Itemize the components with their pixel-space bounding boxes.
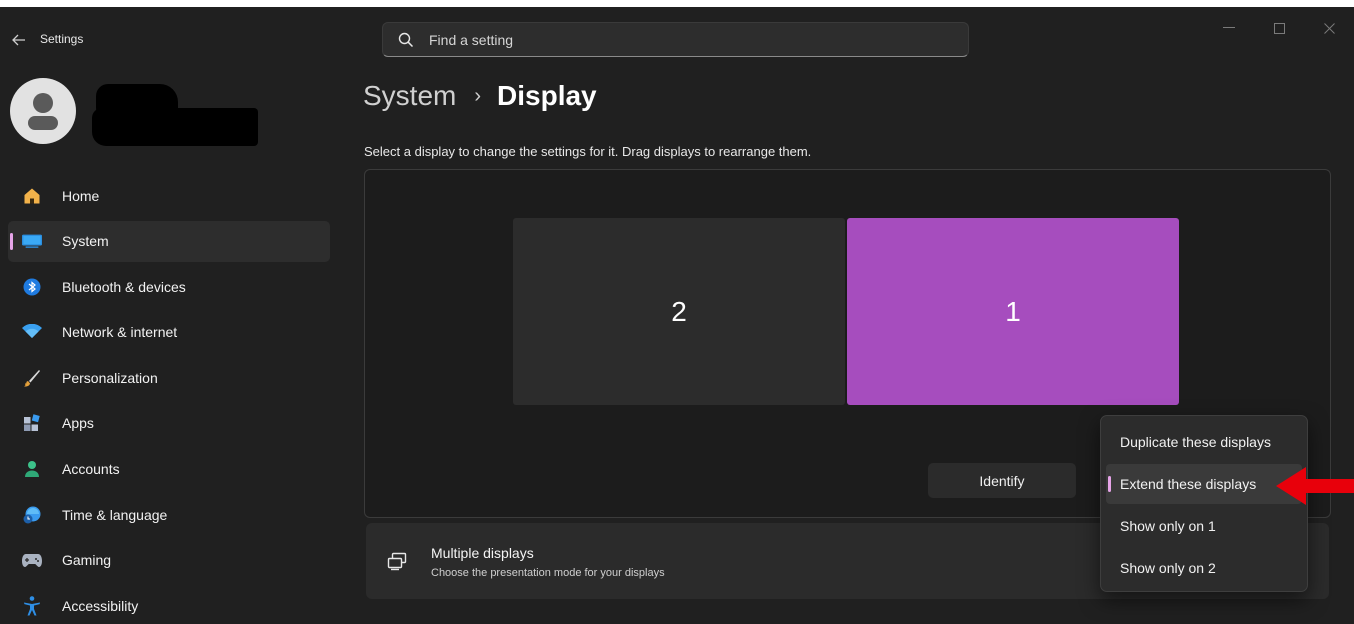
sidebar-item-apps[interactable]: Apps bbox=[8, 403, 330, 444]
breadcrumb: System › Display bbox=[363, 80, 597, 112]
sidebar-item-personalization[interactable]: Personalization bbox=[8, 357, 330, 398]
sidebar-item-home[interactable]: Home bbox=[8, 175, 330, 216]
sidebar-item-label: Apps bbox=[62, 415, 94, 432]
bluetooth-icon bbox=[22, 277, 42, 297]
page-subtitle: Select a display to change the settings … bbox=[364, 144, 812, 159]
sidebar-item-label: Personalization bbox=[62, 369, 158, 386]
sidebar-item-gaming[interactable]: Gaming bbox=[8, 540, 330, 581]
top-strip bbox=[0, 0, 1354, 7]
monitor-2[interactable]: 2 bbox=[513, 218, 845, 405]
brush-icon bbox=[22, 368, 42, 388]
maximize-icon[interactable] bbox=[1256, 14, 1302, 42]
sidebar-item-label: Network & internet bbox=[62, 324, 178, 341]
sidebar-item-label: Accessibility bbox=[62, 597, 139, 614]
red-arrow-icon bbox=[1276, 467, 1354, 505]
monitor-1[interactable]: 1 bbox=[847, 218, 1179, 405]
sidebar-item-accessibility[interactable]: Accessibility bbox=[8, 585, 330, 624]
redacted-account-email bbox=[92, 108, 258, 146]
sidebar-item-system[interactable]: System bbox=[8, 220, 330, 262]
sidebar-nav: Home System Bluetooth & devices Network … bbox=[8, 175, 330, 624]
sidebar-item-time-language[interactable]: Time & language bbox=[8, 494, 330, 535]
system-icon bbox=[22, 231, 42, 251]
home-icon bbox=[22, 186, 42, 206]
globe-clock-icon bbox=[22, 505, 42, 525]
page-title: Display bbox=[497, 80, 597, 111]
identify-button[interactable]: Identify bbox=[928, 463, 1076, 498]
multiple-displays-title: Multiple displays bbox=[431, 545, 534, 561]
sidebar-item-label: System bbox=[62, 233, 109, 250]
option-duplicate-displays[interactable]: Duplicate these displays bbox=[1106, 422, 1302, 462]
gamepad-icon bbox=[22, 550, 42, 570]
option-show-only-1[interactable]: Show only on 1 bbox=[1106, 506, 1302, 546]
option-extend-displays[interactable]: Extend these displays bbox=[1106, 464, 1302, 504]
avatar[interactable] bbox=[10, 78, 76, 144]
search-input[interactable] bbox=[429, 31, 929, 48]
apps-icon bbox=[22, 413, 42, 433]
multiple-displays-icon bbox=[387, 552, 407, 571]
sidebar-item-label: Time & language bbox=[62, 506, 168, 523]
accounts-icon bbox=[22, 459, 42, 479]
sidebar-item-bluetooth[interactable]: Bluetooth & devices bbox=[8, 266, 330, 307]
multiple-displays-description: Choose the presentation mode for your di… bbox=[431, 567, 665, 579]
option-show-only-2[interactable]: Show only on 2 bbox=[1106, 548, 1302, 588]
sidebar-item-label: Home bbox=[62, 187, 100, 204]
sidebar-item-label: Accounts bbox=[62, 461, 120, 478]
chevron-right-icon: › bbox=[474, 84, 482, 107]
close-icon[interactable] bbox=[1306, 14, 1352, 42]
sidebar-item-label: Gaming bbox=[62, 552, 112, 569]
search-icon bbox=[398, 32, 414, 47]
sidebar-item-accounts[interactable]: Accounts bbox=[8, 449, 330, 490]
back-arrow-icon[interactable] bbox=[8, 30, 30, 50]
sidebar-item-label: Bluetooth & devices bbox=[62, 278, 186, 295]
sidebar-item-network[interactable]: Network & internet bbox=[8, 312, 330, 353]
accessibility-icon bbox=[22, 596, 42, 616]
minimize-icon[interactable] bbox=[1206, 14, 1252, 42]
search-box[interactable] bbox=[382, 22, 969, 57]
breadcrumb-parent[interactable]: System bbox=[363, 80, 456, 112]
person-icon bbox=[28, 93, 58, 130]
app-title: Settings bbox=[40, 32, 84, 46]
wifi-icon bbox=[22, 322, 42, 342]
